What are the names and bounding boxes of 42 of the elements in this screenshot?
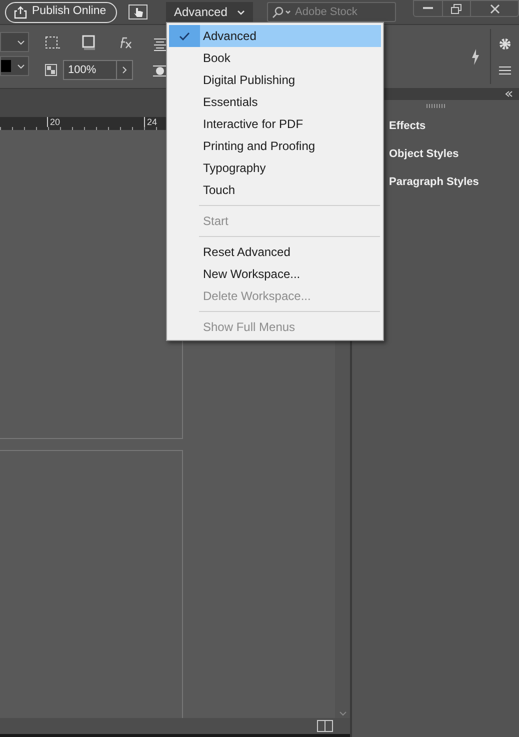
opacity-icon xyxy=(45,64,57,76)
settings-icon[interactable] xyxy=(499,38,511,50)
share-icon xyxy=(14,6,27,18)
fill-swatch xyxy=(1,60,11,72)
panel-tab[interactable]: Effects xyxy=(389,118,519,134)
publish-online-button[interactable]: Publish Online xyxy=(5,2,117,22)
menu-item[interactable]: Book xyxy=(169,47,381,69)
menu-item[interactable]: Essentials xyxy=(169,91,381,113)
ruler-label: 24 xyxy=(144,117,158,127)
panel-tab[interactable]: Paragraph Styles xyxy=(389,174,519,190)
hand-cursor-icon[interactable] xyxy=(128,4,148,20)
menu-item[interactable]: Advanced xyxy=(169,25,381,47)
menu-item[interactable]: Touch xyxy=(169,179,381,201)
menu-item[interactable]: Printing and Proofing xyxy=(169,135,381,157)
fill-swatch-dropdown[interactable] xyxy=(0,56,29,76)
chevron-icon xyxy=(237,10,245,14)
lightning-icon[interactable] xyxy=(470,48,480,66)
chevron-icon xyxy=(17,40,25,44)
menu-item[interactable]: Interactive for PDF xyxy=(169,113,381,135)
opacity-field[interactable]: 100% xyxy=(63,60,133,80)
menu-item[interactable]: Reset Advanced xyxy=(169,241,381,263)
chevron-right-icon xyxy=(122,66,127,74)
menu-item[interactable]: Digital Publishing xyxy=(169,69,381,91)
search-field[interactable]: Adobe Stock xyxy=(267,2,396,22)
restore-icon xyxy=(451,4,462,14)
chevron-icon xyxy=(17,64,25,68)
menu-icon[interactable] xyxy=(499,66,511,75)
text-wrap-icon[interactable] xyxy=(153,65,167,77)
collapse-icon[interactable] xyxy=(505,91,513,97)
menu-item[interactable]: Typography xyxy=(169,157,381,179)
menu-item[interactable]: New Workspace... xyxy=(169,263,381,285)
split-view-icon[interactable] xyxy=(317,720,333,732)
drop-shadow-icon[interactable] xyxy=(81,35,97,51)
ruler-label: 20 xyxy=(47,117,60,127)
frame-fitting-icon[interactable] xyxy=(45,36,61,50)
minimize-icon xyxy=(423,7,433,10)
close-icon xyxy=(490,4,500,14)
workspace-dropdown[interactable]: Advanced xyxy=(166,2,253,22)
scroll-down-icon xyxy=(338,711,346,716)
grip-icon[interactable] xyxy=(426,104,446,108)
align-lines-icon[interactable] xyxy=(153,38,167,51)
panel-tab[interactable]: Object Styles xyxy=(389,146,519,162)
